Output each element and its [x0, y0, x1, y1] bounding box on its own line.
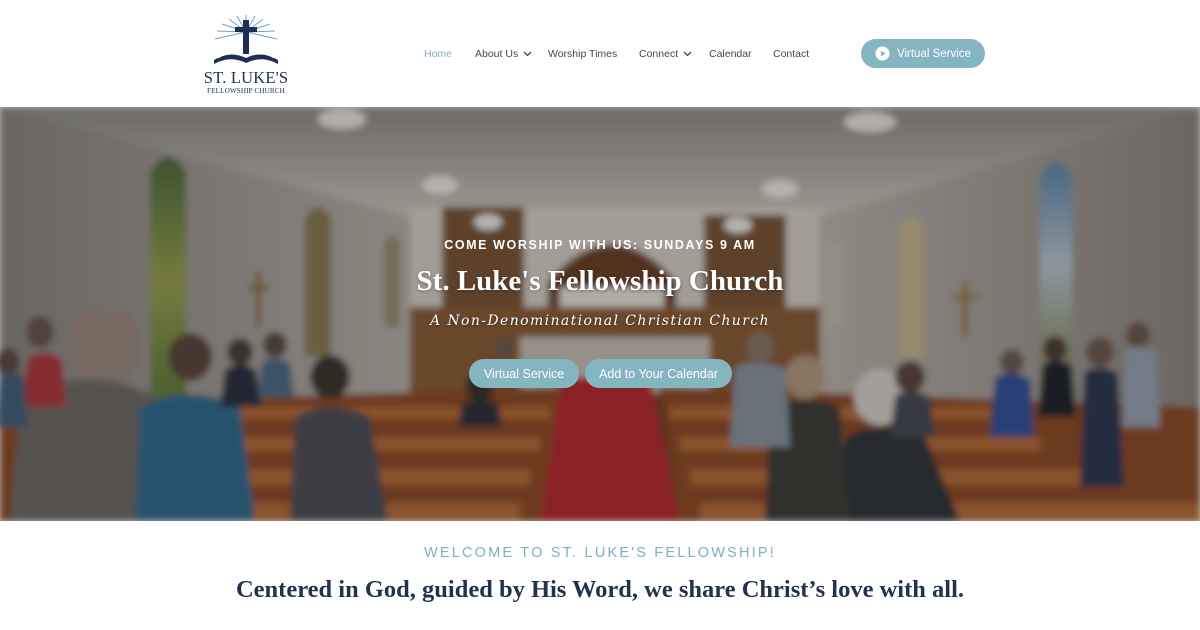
- nav-home[interactable]: Home: [424, 46, 452, 62]
- hero-section: COME WORSHIP WITH US: SUNDAYS 9 AM St. L…: [0, 107, 1200, 521]
- hero-virtual-service-label: Virtual Service: [483, 366, 565, 381]
- virtual-service-button-label: Virtual Service: [897, 47, 971, 60]
- welcome-kicker: WELCOME TO ST. LUKE'S FELLOWSHIP!: [423, 545, 776, 561]
- cross-bible-icon: [214, 15, 278, 64]
- nav-connect-label: Connect: [639, 48, 679, 60]
- chevron-down-icon: [523, 51, 532, 57]
- hero-tagline: A Non-Denominational Christian Church: [430, 313, 770, 329]
- nav-connect[interactable]: Connect: [639, 46, 692, 62]
- welcome-statement: Centered in God, guided by His Word, we …: [235, 576, 965, 603]
- nav-about-us[interactable]: About Us: [475, 46, 532, 62]
- nav-about-us-label: About Us: [475, 48, 519, 60]
- nav-calendar[interactable]: Calendar: [709, 46, 752, 62]
- virtual-service-button[interactable]: Virtual Service: [861, 39, 985, 68]
- service-time-kicker: COME WORSHIP WITH US: SUNDAYS 9 AM: [444, 238, 756, 252]
- play-circle-icon: [875, 46, 890, 61]
- nav-calendar-label: Calendar: [709, 48, 752, 60]
- nav-home-label: Home: [424, 48, 453, 60]
- nav-worship-times[interactable]: Worship Times: [548, 46, 617, 62]
- nav-contact[interactable]: Contact: [773, 46, 809, 62]
- hero-virtual-service-button[interactable]: Virtual Service: [469, 359, 579, 388]
- add-to-calendar-label: Add to Your Calendar: [599, 366, 718, 381]
- logo-subtitle: FELLOWSHIP CHURCH: [207, 87, 285, 95]
- logo-title: ST. LUKE'S: [203, 68, 289, 87]
- nav-worship-times-label: Worship Times: [548, 48, 618, 60]
- add-to-calendar-button[interactable]: Add to Your Calendar: [585, 359, 732, 388]
- chevron-down-icon: [683, 51, 692, 57]
- hero-title: St. Luke's Fellowship Church: [416, 265, 784, 297]
- nav-contact-label: Contact: [773, 48, 810, 60]
- site-header: ST. LUKE'S FELLOWSHIP CHURCH Home About …: [0, 0, 1200, 107]
- church-logo[interactable]: ST. LUKE'S FELLOWSHIP CHURCH: [203, 14, 289, 96]
